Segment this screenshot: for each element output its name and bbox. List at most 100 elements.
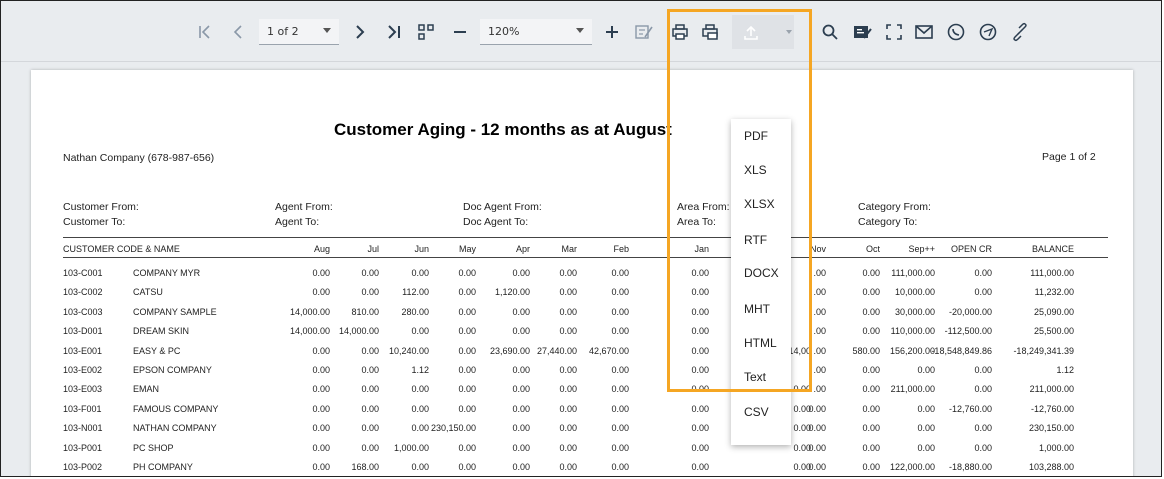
zoom-in-icon[interactable] [601,18,623,46]
cell-bal: -18,249,341.39 [1013,345,1074,356]
cell-open: 0.00 [974,384,992,395]
cell-feb: 0.00 [611,306,629,317]
cell-bal: 25,500.00 [1033,326,1074,337]
email-icon[interactable] [913,18,935,46]
chevron-down-icon [576,28,584,33]
filter-customer-to: Customer To: [63,216,126,228]
cell-feb: 0.00 [611,442,629,453]
filter-category-to: Category To: [858,216,918,228]
customer-name: EMAN [133,384,160,395]
last-page-icon[interactable] [383,18,405,46]
cell-feb: 0.00 [611,384,629,395]
customer-name: EASY & PC [133,345,181,356]
customer-name: NATHAN COMPANY [133,423,217,434]
customer-name: PC SHOP [133,442,174,453]
cell-open: 0.00 [974,442,992,453]
cell-feb: 0.00 [611,462,629,472]
cell-feb: 0.00 [611,268,629,278]
cell-bal: 1.12 [1056,365,1074,375]
cell-feb: 42,670.00 [588,345,629,356]
cell-feb: 0.00 [611,326,629,337]
page-label: Page 1 of 2 [1042,151,1096,163]
export-option-csv[interactable]: CSV [731,395,791,429]
telegram-icon[interactable] [977,18,999,46]
cell-bal: 25,090.00 [1033,306,1074,317]
filter-agent-from: Agent From: [275,201,333,213]
report-viewer[interactable]: Customer Aging - 12 months as at August2… [1,62,1161,476]
customer-name: CATSU [133,287,163,298]
customer-code: 103-C001 [63,268,103,278]
customer-name: FAMOUS COMPANY [133,403,219,414]
customer-code: 103-C002 [63,287,103,298]
customer-code: 103-E001 [63,345,103,356]
cell-feb: 0.00 [611,403,629,414]
cell-bal: 103,288.00 [1028,462,1074,472]
cell-dec: 0.00 [793,462,811,472]
zoom-out-icon[interactable] [449,18,471,46]
next-page-icon[interactable] [349,18,371,46]
zoom-value: 120% [488,25,520,38]
first-page-icon[interactable] [194,18,216,46]
customer-name: COMPANY MYR [133,268,201,278]
customer-name: PH COMPANY [133,462,193,472]
cell-open: -12,760.00 [948,403,992,414]
cell-open: 0.00 [974,287,992,298]
cell-open: -20,000.00 [948,306,992,317]
filter-doc-agent-from: Doc Agent From: [463,201,542,213]
cell-jan: 0.00 [691,403,709,414]
cell-bal: 211,000.00 [1029,384,1074,395]
cell-bal: 111,000.00 [1030,268,1074,278]
chevron-down-icon [323,28,331,33]
multi-page-icon[interactable] [415,18,437,46]
page-indicator: 1 of 2 [267,25,299,38]
fullscreen-icon[interactable] [883,18,905,46]
cell-feb: 0.00 [611,423,629,434]
cell-bal: -12,760.00 [1030,403,1074,414]
header-rule-bottom [63,257,1108,258]
cell-feb: 0.00 [611,365,629,375]
cell-jan: 0.00 [691,442,709,453]
filter-category-from: Category From: [858,201,931,213]
cell-bal: 1,000.00 [1038,442,1074,453]
cell-open: 0.00 [974,268,992,278]
edit-icon[interactable] [633,18,655,46]
search-icon[interactable] [819,18,841,46]
viewer-toolbar: 1 of 2 120% [1,1,1161,62]
cell-feb: 0.00 [611,287,629,298]
customer-code: 103-P001 [63,442,103,453]
cell-open: -18,548,849.86 [931,345,992,356]
customer-code: 103-E003 [63,384,103,395]
prev-page-icon[interactable] [227,18,249,46]
zoom-select[interactable]: 120% [480,19,592,45]
customer-code: 103-N001 [63,423,103,434]
column-header: BALANCE [1031,244,1074,254]
cell-jan: 0.00 [691,423,709,434]
filter-agent-to: Agent To: [275,216,320,228]
customer-name: DREAM SKIN [133,326,190,337]
customer-code: 103-D001 [63,326,103,337]
cell-open: 0.00 [974,423,992,434]
cell-jan: 0.00 [691,462,709,472]
column-header: OPEN CR [950,244,992,254]
filter-customer-from: Customer From: [63,201,139,213]
page-select[interactable]: 1 of 2 [259,19,339,45]
customer-name: EPSON COMPANY [133,365,212,375]
design-icon[interactable] [851,18,873,46]
cell-open: -18,880.00 [948,462,992,472]
customer-code: 103-P002 [63,462,103,472]
customer-name: COMPANY SAMPLE [133,306,217,317]
link-icon[interactable] [1009,18,1031,46]
customer-code: 103-F001 [63,403,102,414]
customer-code: 103-C003 [63,306,103,317]
company-name: Nathan Company (678-987-656) [63,152,215,164]
highlight-box [667,9,812,392]
whatsapp-icon[interactable] [945,18,967,46]
column-header: CUSTOMER CODE & NAME [63,244,180,254]
customer-code: 103-E002 [63,365,103,375]
header-rule-top [63,237,1108,238]
report-page: Customer Aging - 12 months as at August2… [31,70,1133,476]
column-header: Feb [613,244,629,254]
filter-doc-agent-to: Doc Agent To: [463,216,529,228]
cell-open: 0.00 [974,365,992,375]
cell-open: -112,500.00 [944,326,992,337]
